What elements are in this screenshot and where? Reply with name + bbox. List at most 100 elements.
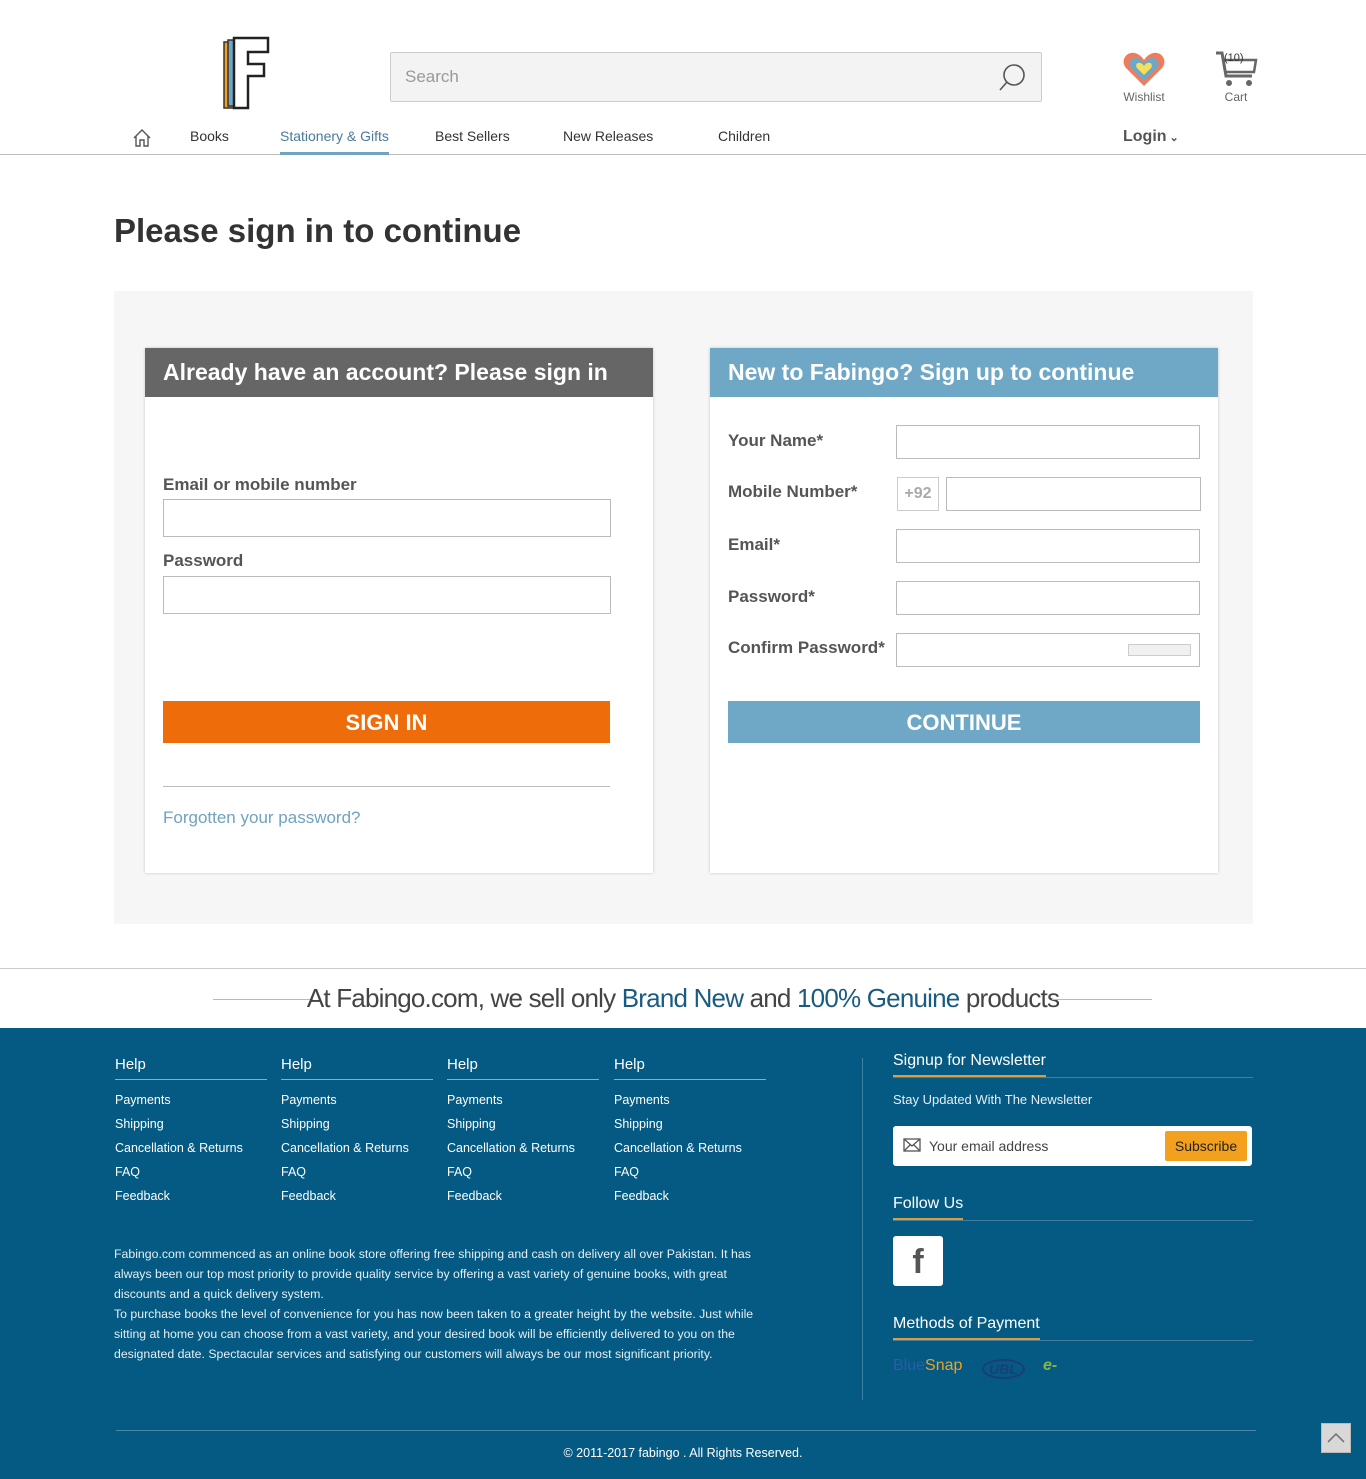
- footer-column: Help Payments Shipping Cancellation & Re…: [115, 1056, 267, 1210]
- follow-heading-text: Follow Us: [893, 1195, 964, 1220]
- signin-password-label: Password: [163, 551, 244, 570]
- footer-link-payments[interactable]: Payments: [281, 1090, 433, 1114]
- footer-link-payments[interactable]: Payments: [115, 1090, 267, 1114]
- footer-link-feedback[interactable]: Feedback: [447, 1186, 599, 1210]
- epay-logo: e-: [1043, 1357, 1058, 1374]
- email-input[interactable]: [896, 529, 1200, 563]
- mail-icon: [903, 1138, 921, 1152]
- footer-column-heading: Help: [614, 1056, 766, 1080]
- divider: [163, 786, 610, 787]
- search-icon[interactable]: [997, 63, 1027, 93]
- genuine-banner: At Fabingo.com, we sell only Brand New a…: [0, 968, 1366, 1028]
- footer-link-faq[interactable]: FAQ: [115, 1162, 267, 1186]
- footer-link-faq[interactable]: FAQ: [614, 1162, 766, 1186]
- fabingo-logo[interactable]: [220, 36, 272, 112]
- footer-link-payments[interactable]: Payments: [447, 1090, 599, 1114]
- search-input[interactable]: [391, 53, 971, 101]
- home-icon[interactable]: [132, 128, 152, 148]
- footer-divider: [862, 1058, 863, 1400]
- continue-button[interactable]: CONTINUE: [728, 701, 1200, 743]
- cart-label: Cart: [1224, 90, 1248, 104]
- cart-link[interactable]: (10) Cart: [1206, 50, 1266, 104]
- follow-section: Follow Us: [893, 1195, 1253, 1221]
- payment-heading-text: Methods of Payment: [893, 1315, 1040, 1340]
- search-bar: [390, 52, 1042, 102]
- wishlist-link[interactable]: Wishlist: [1118, 50, 1170, 104]
- signin-email-input[interactable]: [163, 499, 611, 537]
- signup-heading: New to Fabingo? Sign up to continue: [710, 348, 1218, 397]
- footer-link-faq[interactable]: FAQ: [281, 1162, 433, 1186]
- banner-highlight-brand-new: Brand New: [621, 983, 744, 1013]
- footer-column: Help Payments Shipping Cancellation & Re…: [281, 1056, 433, 1210]
- footer-link-faq[interactable]: FAQ: [447, 1162, 599, 1186]
- banner-text-3: products: [959, 983, 1060, 1013]
- nav-children[interactable]: Children: [718, 128, 770, 155]
- footer-link-cancellation-returns[interactable]: Cancellation & Returns: [281, 1138, 433, 1162]
- newsletter-heading: Signup for Newsletter: [893, 1052, 1253, 1078]
- subscribe-button[interactable]: Subscribe: [1165, 1131, 1247, 1161]
- site-footer: Help Payments Shipping Cancellation & Re…: [0, 1028, 1366, 1479]
- name-input[interactable]: [896, 425, 1200, 459]
- about-paragraph-1: Fabingo.com commenced as an online book …: [114, 1247, 751, 1301]
- bluesnap-text-blue: Blue: [893, 1357, 926, 1374]
- wishlist-label: Wishlist: [1123, 90, 1165, 104]
- mobile-prefix: +92: [897, 477, 939, 511]
- newsletter-form: Subscribe: [893, 1126, 1252, 1166]
- bluesnap-logo: BlueSnap: [893, 1357, 962, 1375]
- email-label: Email*: [728, 535, 780, 554]
- banner-text-2: and: [743, 983, 798, 1013]
- chevron-up-icon: [1327, 1432, 1345, 1443]
- nav-stationery-gifts[interactable]: Stationery & Gifts: [280, 128, 389, 155]
- mobile-input[interactable]: [946, 477, 1201, 511]
- confirm-password-label: Confirm Password*: [728, 638, 885, 657]
- page-title: Please sign in to continue: [114, 212, 522, 249]
- footer-link-feedback[interactable]: Feedback: [281, 1186, 433, 1210]
- facebook-icon[interactable]: f: [893, 1236, 943, 1286]
- footer-bottom-line: [116, 1430, 1256, 1431]
- name-label: Your Name*: [728, 431, 824, 450]
- banner-line-right: [1052, 999, 1152, 1000]
- login-menu[interactable]: Login ⌄: [1123, 128, 1179, 146]
- password-input[interactable]: [896, 581, 1200, 615]
- footer-column-heading: Help: [115, 1056, 267, 1080]
- footer-link-feedback[interactable]: Feedback: [614, 1186, 766, 1210]
- nav-books[interactable]: Books: [190, 128, 229, 155]
- footer-link-shipping[interactable]: Shipping: [614, 1114, 766, 1138]
- heart-icon: [1123, 52, 1165, 86]
- newsletter-section: Signup for Newsletter: [893, 1052, 1253, 1078]
- copyright: © 2011-2017 fabingo . All Rights Reserve…: [563, 1446, 803, 1460]
- footer-column: Help Payments Shipping Cancellation & Re…: [614, 1056, 766, 1210]
- footer-link-shipping[interactable]: Shipping: [115, 1114, 267, 1138]
- back-to-top-button[interactable]: [1321, 1423, 1351, 1453]
- footer-link-cancellation-returns[interactable]: Cancellation & Returns: [115, 1138, 267, 1162]
- signup-card: New to Fabingo? Sign up to continue Your…: [710, 348, 1218, 873]
- footer-link-shipping[interactable]: Shipping: [281, 1114, 433, 1138]
- footer-link-cancellation-returns[interactable]: Cancellation & Returns: [447, 1138, 599, 1162]
- footer-link-shipping[interactable]: Shipping: [447, 1114, 599, 1138]
- forgot-password-link[interactable]: Forgotten your password?: [163, 808, 361, 828]
- nav-new-releases[interactable]: New Releases: [563, 128, 653, 155]
- payment-heading: Methods of Payment: [893, 1315, 1253, 1341]
- signin-heading: Already have an account? Please sign in: [145, 348, 653, 397]
- about-paragraph-2: To purchase books the level of convenien…: [114, 1307, 754, 1361]
- confirm-password-field: [896, 633, 1200, 667]
- newsletter-email-input[interactable]: [929, 1126, 1159, 1166]
- ubl-logo: UBL: [982, 1359, 1025, 1379]
- nav-best-sellers[interactable]: Best Sellers: [435, 128, 510, 155]
- confirm-password-input[interactable]: [897, 634, 1117, 666]
- site-header: Wishlist (10) Cart Books Stationery & Gi…: [0, 0, 1366, 155]
- newsletter-text: Stay Updated With The Newsletter: [893, 1092, 1093, 1107]
- banner-text-1: At Fabingo.com, we sell only: [306, 983, 622, 1013]
- signin-password-input[interactable]: [163, 576, 611, 614]
- footer-column-heading: Help: [447, 1056, 599, 1080]
- signin-email-label: Email or mobile number: [163, 475, 357, 494]
- footer-link-payments[interactable]: Payments: [614, 1090, 766, 1114]
- password-label: Password*: [728, 587, 815, 606]
- payment-section: Methods of Payment: [893, 1315, 1253, 1341]
- password-toggle[interactable]: [1128, 644, 1191, 656]
- banner-text: At Fabingo.com, we sell only Brand New a…: [0, 983, 1366, 1014]
- signin-button[interactable]: SIGN IN: [163, 701, 610, 743]
- follow-heading: Follow Us: [893, 1195, 1253, 1221]
- footer-link-cancellation-returns[interactable]: Cancellation & Returns: [614, 1138, 766, 1162]
- footer-link-feedback[interactable]: Feedback: [115, 1186, 267, 1210]
